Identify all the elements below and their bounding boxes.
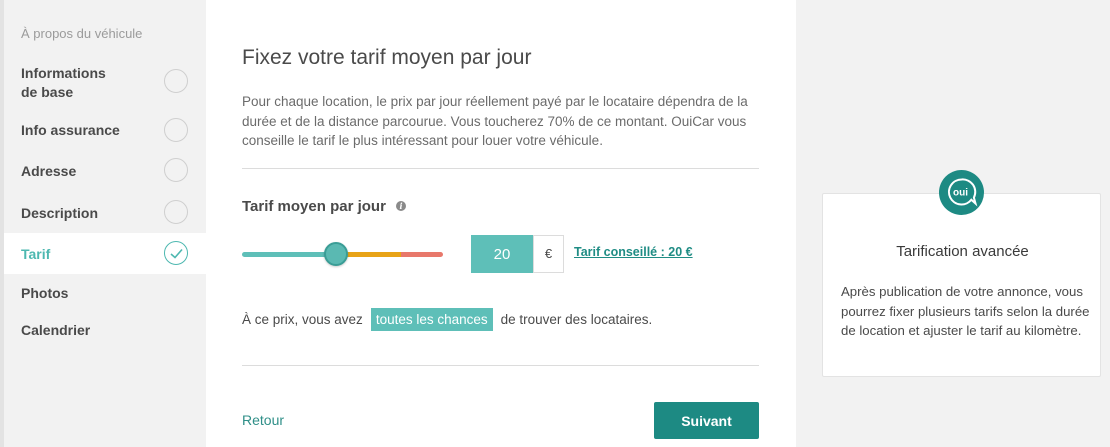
chance-suffix: de trouver des locataires. [500,312,653,327]
sidebar-item-label: Info assurance [21,122,120,138]
sidebar-item-label: Adresse [21,163,77,179]
sidebar-item-description[interactable]: Description [4,193,206,231]
next-button[interactable]: Suivant [654,402,759,439]
sidebar-item-tarif[interactable]: Tarif [4,233,206,274]
advanced-pricing-card: Tarification avancée Après publication d… [822,193,1101,377]
chance-sentence: À ce prix, vous avez toutes les chances … [242,308,652,331]
sidebar-item-info-assurance[interactable]: Info assurance [4,112,206,150]
sidebar-item-label: Calendrier [21,322,91,338]
card-text: Après publication de votre annonce, vous… [841,284,1090,338]
divider [242,365,759,366]
step-status-circle-icon [164,118,188,142]
logo-text: oui [953,188,968,199]
divider [242,168,759,169]
price-input[interactable] [471,235,533,273]
card-title: Tarification avancée [896,243,1029,260]
info-icon[interactable]: i [396,201,406,211]
page-title: Fixez votre tarif moyen par jour [242,46,532,69]
sidebar-item-adresse[interactable]: Adresse [4,152,206,190]
chance-prefix: À ce prix, vous avez [242,312,363,327]
step-status-circle-icon [164,69,188,93]
tarif-label: Tarif moyen par jour [242,198,386,215]
sidebar-item-label: Tarif [21,246,51,262]
sidebar-item-label: Informations de base [21,65,106,100]
sidebar-item-informations[interactable]: Informations de base [4,58,206,110]
step-status-circle-icon [164,158,188,182]
page-description: Pour chaque location, le prix par jour r… [242,94,748,148]
ouicar-logo-icon: oui [939,170,984,215]
price-slider-thumb[interactable] [324,242,349,266]
slider-segment-high [401,252,443,257]
main-panel: Fixez votre tarif moyen par jour Pour ch… [206,0,796,447]
step-status-circle-icon [164,200,188,224]
sidebar-nav: À propos du véhicule Informations de bas… [4,0,206,447]
back-link[interactable]: Retour [242,412,284,428]
sidebar-item-photos[interactable]: Photos [4,278,206,308]
sidebar-item-label: Description [21,205,99,221]
recommended-price-link[interactable]: Tarif conseillé : 20 € [574,245,693,259]
chance-badge: toutes les chances [370,308,493,331]
sidebar-heading: À propos du véhicule [21,26,143,41]
currency-label: € [533,235,564,273]
sidebar-item-label: Photos [21,285,69,301]
sidebar-item-calendrier[interactable]: Calendrier [4,315,206,345]
slider-segment-low [242,252,337,257]
check-circle-icon [164,241,188,265]
